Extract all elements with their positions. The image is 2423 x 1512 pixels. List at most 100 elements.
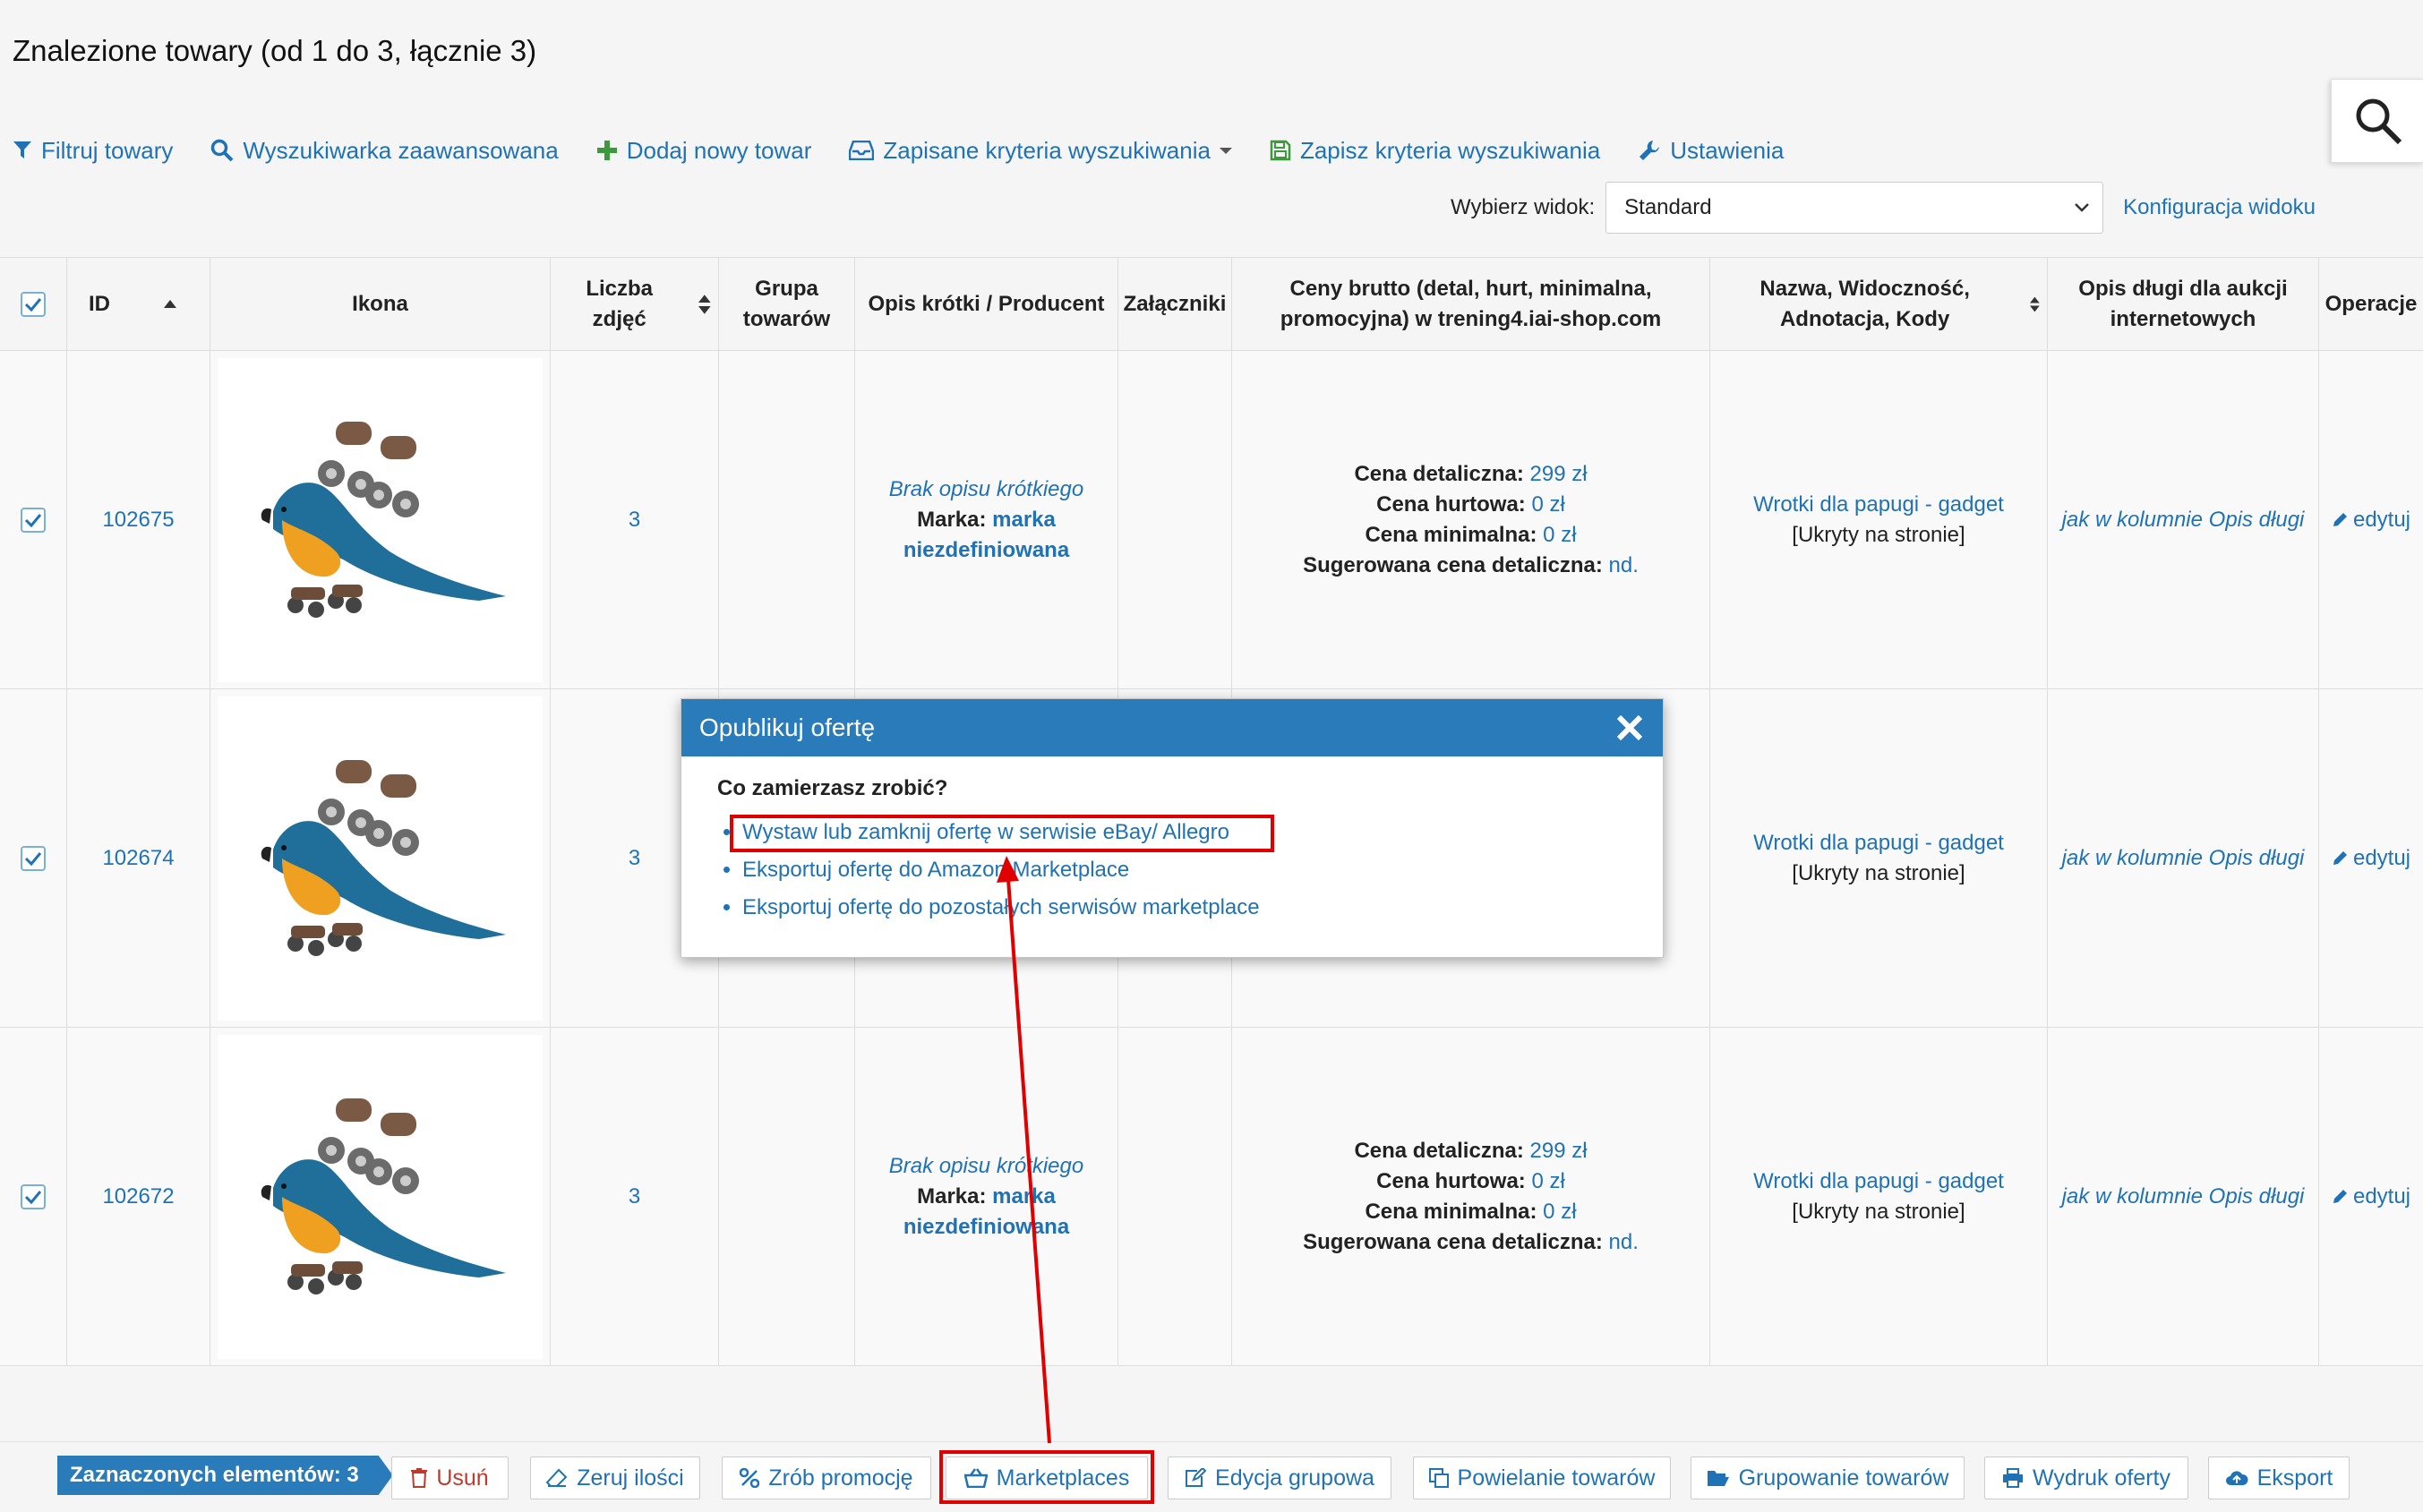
settings-label: Ustawienia: [1670, 136, 1785, 164]
zero-quantities-label: Zeruj ilości: [577, 1465, 684, 1491]
retail-value[interactable]: 299 zł: [1530, 1139, 1588, 1163]
parrot-roller-skates-image: [261, 421, 506, 618]
retail-label: Cena detaliczna:: [1354, 461, 1524, 486]
row-photos-link[interactable]: 3: [629, 843, 640, 874]
product-name-link[interactable]: Wrotki dla papugi - gadget: [1753, 828, 2004, 859]
header-attachments-label: Załączniki: [1123, 291, 1227, 316]
wholesale-value[interactable]: 0 zł: [1531, 1169, 1564, 1193]
suggested-value[interactable]: nd.: [1609, 553, 1639, 577]
row-id-link[interactable]: 102675: [102, 505, 174, 535]
plus-icon: [596, 141, 617, 160]
print-offer-label: Wydruk oferty: [2033, 1465, 2170, 1491]
edit-square-icon: [1186, 1468, 1207, 1487]
row-photos-link[interactable]: 3: [629, 505, 640, 535]
no-short-desc-link[interactable]: Brak opisu krótkiego: [862, 474, 1110, 505]
edit-link[interactable]: edytuj: [2332, 1182, 2410, 1212]
inbox-icon: [849, 141, 875, 160]
option-other-marketplaces[interactable]: Eksportuj ofertę do pozostałych serwisów…: [742, 889, 1627, 927]
sort-icon: [2030, 296, 2040, 312]
delete-button[interactable]: Usuń: [391, 1456, 509, 1499]
header-id[interactable]: ID: [67, 258, 210, 350]
row-id[interactable]: 102674: [67, 689, 210, 1027]
row-attachments: [1118, 1028, 1232, 1365]
dialog-header: Opublikuj ofertę: [681, 699, 1663, 756]
long-desc-link[interactable]: jak w kolumnie Opis długi: [2062, 1182, 2305, 1212]
suggested-value[interactable]: nd.: [1609, 1230, 1639, 1254]
settings-button[interactable]: Ustawienia: [1638, 137, 1784, 165]
zero-quantities-button[interactable]: Zeruj ilości: [530, 1456, 700, 1499]
page-title: Znalezione towary (od 1 do 3, łącznie 3): [13, 34, 537, 67]
row-id-link[interactable]: 102672: [102, 1182, 174, 1212]
pencil-icon: [2333, 850, 2347, 865]
product-name-link[interactable]: Wrotki dla papugi - gadget: [1753, 490, 2004, 520]
row-name: Wrotki dla papugi - gadget [Ukryty na st…: [1710, 689, 2048, 1027]
wholesale-value[interactable]: 0 zł: [1531, 492, 1564, 517]
view-selector-row: Wybierz widok: Standard Konfiguracja wid…: [1451, 182, 2316, 234]
minimal-value[interactable]: 0 zł: [1543, 523, 1576, 547]
product-name-link[interactable]: Wrotki dla papugi - gadget: [1753, 1166, 2004, 1197]
header-icon-label: Ikona: [352, 291, 408, 316]
visibility-status: [Ukryty na stronie]: [1792, 522, 1965, 547]
row-group: [719, 1028, 855, 1365]
header-long-desc: Opis długi dla aukcji internetowych: [2048, 258, 2319, 350]
visibility-status: [Ukryty na stronie]: [1792, 860, 1965, 885]
row-attachments: [1118, 351, 1232, 688]
group-products-button[interactable]: Grupowanie towarów: [1691, 1456, 1965, 1499]
view-select[interactable]: Standard: [1605, 182, 2104, 234]
row-id[interactable]: 102672: [67, 1028, 210, 1365]
floppy-icon: [1270, 140, 1291, 161]
saved-criteria-dropdown[interactable]: Zapisane kryteria wyszukiwania: [849, 137, 1232, 165]
row-photos-link[interactable]: 3: [629, 1182, 640, 1212]
row-photos[interactable]: 3: [551, 1028, 719, 1365]
toolbar: Filtruj towary Wyszukiwarka zaawansowana…: [13, 132, 1821, 168]
check-icon: [24, 1190, 42, 1204]
select-all-checkbox[interactable]: [21, 291, 46, 317]
add-product-button[interactable]: Dodaj nowy towar: [596, 137, 811, 165]
edit-link[interactable]: edytuj: [2332, 505, 2410, 535]
header-name[interactable]: Nazwa, Widoczność, Adnotacja, Kody: [1710, 258, 2048, 350]
header-photos[interactable]: Liczba zdjęć: [551, 258, 719, 350]
minimal-label: Cena minimalna:: [1365, 1199, 1537, 1224]
view-config-link[interactable]: Konfiguracja widoku: [2123, 195, 2316, 220]
product-thumbnail[interactable]: [218, 357, 543, 682]
row-photos[interactable]: 3: [551, 351, 719, 688]
header-ops: Operacje: [2319, 258, 2423, 350]
wholesale-label: Cena hurtowa:: [1376, 491, 1526, 517]
cloud-upload-icon: [2225, 1471, 2248, 1485]
trash-icon: [411, 1468, 428, 1488]
close-icon[interactable]: [1614, 713, 1645, 743]
print-offer-button[interactable]: Wydruk oferty: [1984, 1456, 2188, 1499]
edit-link[interactable]: edytuj: [2332, 843, 2410, 874]
group-edit-label: Edycja grupowa: [1215, 1465, 1374, 1491]
selected-count-badge: Zaznaczonych elementów: 3: [57, 1456, 393, 1495]
row-checkbox[interactable]: [21, 845, 46, 871]
make-promotion-button[interactable]: Zrób promocję: [722, 1456, 931, 1499]
option-amazon[interactable]: Eksportuj ofertę do Amazon Marketplace: [742, 851, 1627, 889]
bottom-action-bar: Zaznaczonych elementów: 3 Usuń Zeruj ilo…: [0, 1441, 2423, 1512]
no-short-desc-link[interactable]: Brak opisu krótkiego: [862, 1151, 1110, 1182]
save-criteria-button[interactable]: Zapisz kryteria wyszukiwania: [1270, 137, 1600, 165]
filter-button[interactable]: Filtruj towary: [13, 137, 173, 165]
group-edit-button[interactable]: Edycja grupowa: [1168, 1456, 1391, 1499]
long-desc-link[interactable]: jak w kolumnie Opis długi: [2062, 843, 2305, 874]
product-thumbnail[interactable]: [218, 1034, 543, 1359]
filter-icon: [13, 141, 31, 158]
search-widget[interactable]: [2331, 79, 2423, 163]
product-thumbnail[interactable]: [218, 696, 543, 1021]
advanced-search-button[interactable]: Wyszukiwarka zaawansowana: [210, 137, 559, 165]
header-long-desc-label: Opis długi dla aukcji internetowych: [2078, 276, 2288, 331]
row-long-desc: jak w kolumnie Opis długi: [2048, 351, 2319, 688]
duplicate-products-button[interactable]: Powielanie towarów: [1413, 1456, 1671, 1499]
row-checkbox[interactable]: [21, 1183, 46, 1209]
header-short-desc-label: Opis krótki / Producent: [868, 291, 1105, 316]
row-id[interactable]: 102675: [67, 351, 210, 688]
row-id-link[interactable]: 102674: [102, 843, 174, 874]
percent-icon: [740, 1468, 760, 1488]
minimal-value[interactable]: 0 zł: [1543, 1200, 1576, 1224]
retail-value[interactable]: 299 zł: [1530, 462, 1588, 486]
export-button[interactable]: Eksport: [2208, 1456, 2350, 1499]
long-desc-link[interactable]: jak w kolumnie Opis długi: [2062, 505, 2305, 535]
row-checkbox[interactable]: [21, 507, 46, 533]
retail-label: Cena detaliczna:: [1354, 1138, 1524, 1163]
row-icon-cell: [210, 351, 551, 688]
